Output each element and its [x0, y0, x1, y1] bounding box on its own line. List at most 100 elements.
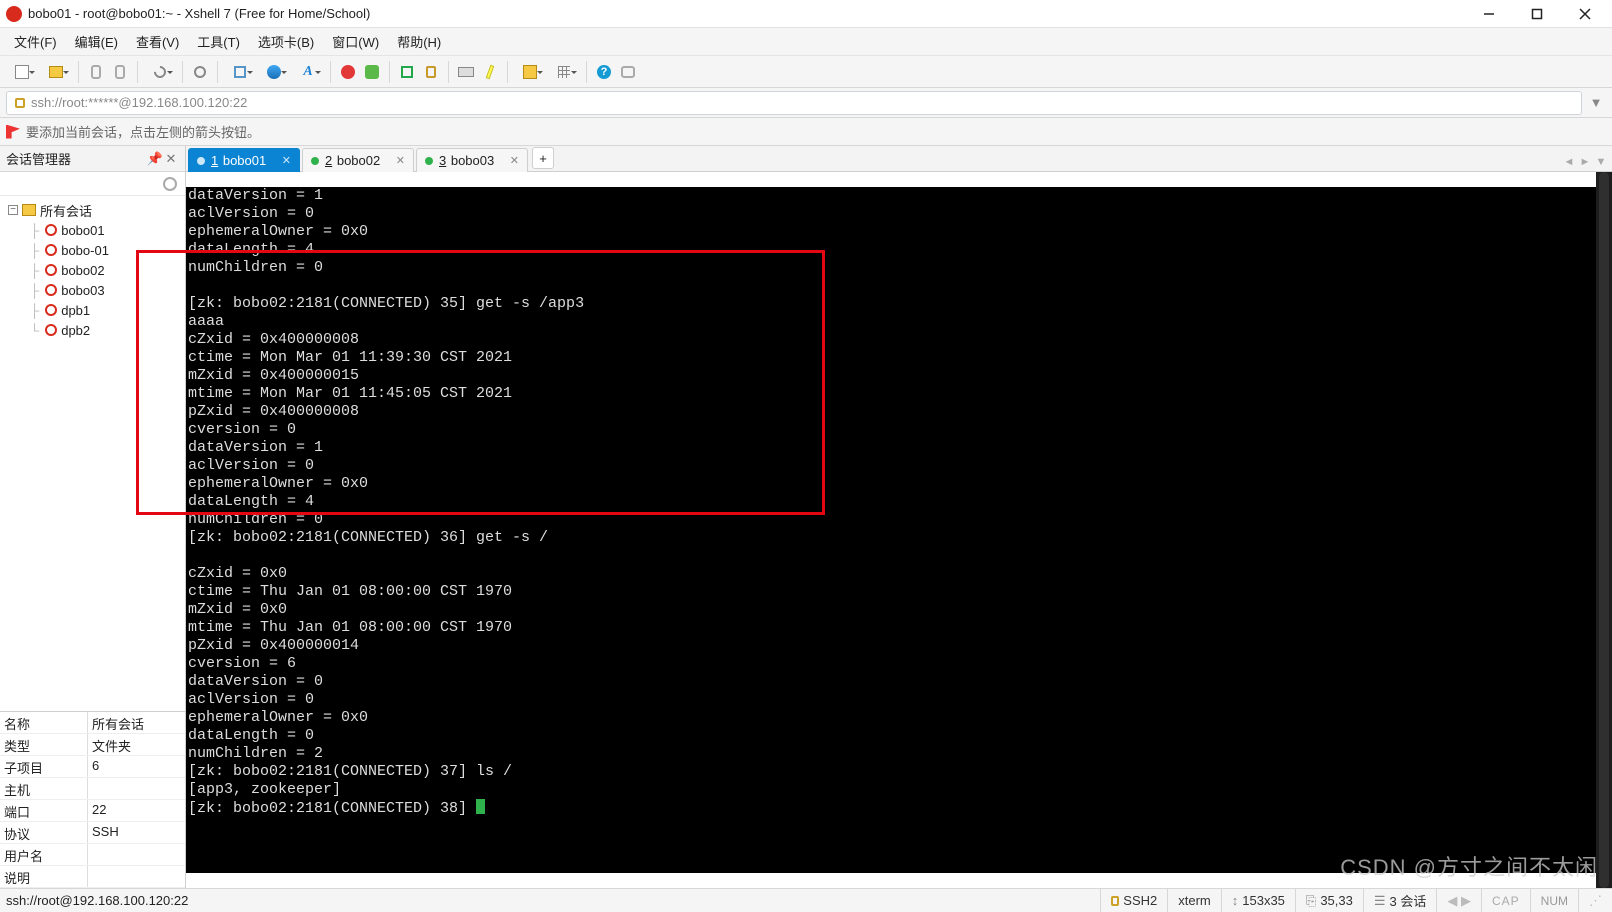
hint-bar: 要添加当前会话，点击左侧的箭头按钮。 [0, 118, 1612, 146]
grid-button[interactable] [548, 61, 580, 83]
new-session-button[interactable] [6, 61, 38, 83]
tile-button[interactable] [514, 61, 546, 83]
tab-nav-prev[interactable]: ◄ [1562, 155, 1576, 169]
help-button[interactable]: ? [593, 61, 615, 83]
session-icon [45, 284, 57, 296]
status-nav: ◀ ▶ [1436, 889, 1481, 912]
title-bar: bobo01 - root@bobo01:~ - Xshell 7 (Free … [0, 0, 1612, 28]
address-text: ssh://root:******@192.168.100.120:22 [31, 95, 247, 110]
lock-button[interactable] [420, 61, 442, 83]
refresh-icon [152, 63, 169, 80]
record-icon [341, 65, 355, 79]
reconnect-button[interactable] [144, 61, 176, 83]
highlight-button[interactable] [479, 61, 501, 83]
font-button[interactable]: A [292, 61, 324, 83]
tab-add-button[interactable]: + [532, 147, 554, 169]
property-key: 主机 [0, 778, 88, 799]
session-manager-header: 会话管理器 📌 ✕ [0, 146, 185, 172]
tree-item[interactable]: ├bobo-01 [0, 240, 185, 260]
link-button[interactable] [109, 61, 131, 83]
expand-icon [401, 66, 413, 78]
tree-item[interactable]: ├dpb1 [0, 300, 185, 320]
tree-root[interactable]: − 所有会话 [0, 200, 185, 220]
property-key: 子项目 [0, 756, 88, 777]
fullscreen-button[interactable] [396, 61, 418, 83]
address-dropdown[interactable]: ▼ [1586, 95, 1606, 110]
close-panel-button[interactable]: ✕ [163, 151, 179, 167]
tab-close-button[interactable]: ✕ [396, 154, 405, 167]
lock-icon [426, 66, 436, 78]
tab-close-button[interactable]: ✕ [282, 154, 291, 167]
open-session-button[interactable] [40, 61, 72, 83]
menu-window[interactable]: 窗口(W) [324, 29, 387, 54]
toolbar-separator [389, 61, 390, 83]
plus-icon: + [539, 151, 547, 166]
status-resize[interactable]: ⋰ [1578, 889, 1612, 912]
web-button[interactable] [258, 61, 290, 83]
property-value: 22 [88, 800, 185, 821]
tree-item[interactable]: ├bobo02 [0, 260, 185, 280]
cut-button[interactable] [85, 61, 107, 83]
copy-button[interactable] [224, 61, 256, 83]
maximize-button[interactable] [1516, 0, 1558, 28]
help-icon: ? [597, 65, 611, 79]
tab-nav-list[interactable]: ▼ [1594, 155, 1608, 169]
transfer-button[interactable] [361, 61, 383, 83]
cursor [476, 799, 485, 814]
property-key: 类型 [0, 734, 88, 755]
minimize-button[interactable] [1468, 0, 1510, 28]
menu-tabs[interactable]: 选项卡(B) [250, 29, 322, 54]
property-row: 用户名 [0, 844, 185, 866]
search-icon [194, 66, 206, 78]
session-icon [45, 264, 57, 276]
tree-item[interactable]: ├bobo01 [0, 220, 185, 240]
session-tree[interactable]: − 所有会话 ├bobo01├bobo-01├bobo02├bobo03├dpb… [0, 196, 185, 711]
lock-icon [1111, 896, 1119, 906]
tab-nav: ◄ ► ▼ [1562, 155, 1608, 169]
vertical-scrollbar[interactable] [1596, 172, 1612, 888]
menu-edit[interactable]: 编辑(E) [67, 29, 126, 54]
tree-item-label: bobo01 [61, 223, 104, 238]
chat-icon [621, 66, 635, 78]
address-bar: ssh://root:******@192.168.100.120:22 ▼ [0, 88, 1612, 118]
app-icon [6, 6, 22, 22]
property-key: 用户名 [0, 844, 88, 865]
terminal[interactable]: dataVersion = 1 aclVersion = 0 ephemeral… [186, 187, 1596, 873]
grid-icon [558, 66, 570, 78]
tree-item-label: dpb1 [61, 303, 90, 318]
session-search[interactable] [0, 172, 185, 196]
toolbar-separator [78, 61, 79, 83]
search-button[interactable] [189, 61, 211, 83]
property-row: 子项目6 [0, 756, 185, 778]
pin-button[interactable]: 📌 [147, 151, 163, 167]
menu-view[interactable]: 查看(V) [128, 29, 187, 54]
font-icon: A [303, 64, 312, 80]
magnifier-icon [163, 177, 177, 191]
tab-close-button[interactable]: ✕ [510, 154, 519, 167]
record-button[interactable] [337, 61, 359, 83]
properties-panel: 名称所有会话类型文件夹子项目6主机端口22协议SSH用户名说明 [0, 711, 185, 888]
tab-nav-next[interactable]: ► [1578, 155, 1592, 169]
tree-item[interactable]: └dpb2 [0, 320, 185, 340]
menu-tools[interactable]: 工具(T) [189, 29, 248, 54]
session-manager-panel: 会话管理器 📌 ✕ − 所有会话 ├bobo01├bobo-01├bobo02├… [0, 146, 186, 888]
keyboard-button[interactable] [455, 61, 477, 83]
transfer-icon [365, 65, 379, 79]
tree-item-label: bobo02 [61, 263, 104, 278]
keyboard-icon [458, 67, 474, 77]
menu-help[interactable]: 帮助(H) [389, 29, 449, 54]
expander-icon[interactable]: − [8, 205, 18, 215]
toolbar: A ? [0, 56, 1612, 88]
property-row: 端口22 [0, 800, 185, 822]
property-value [88, 778, 185, 799]
feedback-button[interactable] [617, 61, 639, 83]
tab-bobo03[interactable]: 3 bobo03✕ [416, 148, 528, 172]
tab-bobo02[interactable]: 2 bobo02✕ [302, 148, 414, 172]
menu-file[interactable]: 文件(F) [6, 29, 65, 54]
tab-bobo01[interactable]: 1 bobo01✕ [188, 148, 300, 172]
close-button[interactable] [1564, 0, 1606, 28]
address-field[interactable]: ssh://root:******@192.168.100.120:22 [6, 91, 1582, 115]
tree-root-label: 所有会话 [40, 201, 92, 220]
tree-item[interactable]: ├bobo03 [0, 280, 185, 300]
toolbar-separator [507, 61, 508, 83]
